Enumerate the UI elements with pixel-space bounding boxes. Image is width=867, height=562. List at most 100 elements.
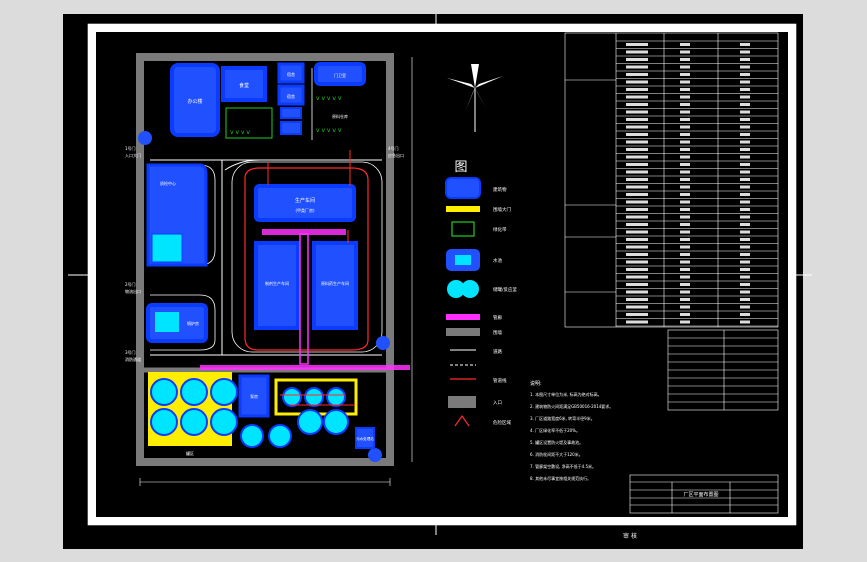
gate-2-label: 物流出口 [125,288,141,294]
table-cell-mark [740,245,750,249]
legend-swatch-entrance [448,396,476,408]
gate-3-code: 3号门 [125,349,136,355]
legend-label-2: 围墙大门 [493,206,511,213]
svg-text:v v v v v: v v v v v [316,95,342,102]
table-cell-mark [626,238,648,241]
note-line-2: 2. 建筑物防火间距满足GB50016-2014要求。 [530,403,613,409]
legend-label-4: 水池 [493,257,502,264]
hydrant-2 [376,336,390,350]
boiler-label: 锅炉房 [187,320,199,326]
dorm-b-label: 宿舍 [287,93,295,99]
legend-label-1: 建筑物 [493,186,507,193]
table-cell-mark [626,58,648,61]
table-cell-mark [680,298,690,301]
main-workshop-sublabel: (甲类厂房) [295,207,315,213]
table-cell-mark [680,125,690,129]
legend-swatch-gate [446,206,480,212]
table-cell-mark [680,178,690,181]
table-cell-mark [626,185,648,189]
table-cell-mark [740,80,750,84]
table-cell-mark [740,43,750,46]
legend-label-8: 道路 [493,348,502,355]
table-cell-mark [626,80,648,84]
table-cell-mark [626,193,648,196]
table-cell-mark [626,133,648,136]
table-cell-mark [680,290,690,294]
table-cell-mark [740,208,750,211]
legend-label-3: 绿化带 [493,226,507,233]
table-cell-mark [626,50,648,54]
notes-heading: 说明: [530,380,542,387]
guard-label: 门卫室 [334,72,346,78]
drawing-name: 厂区平面布置图 [683,491,718,498]
table-cell-mark [740,103,750,106]
gate-1-code: 1号门 [125,145,136,151]
legend-swatch-pipe-rack [446,314,480,320]
table-cell-mark [626,88,648,91]
table-cell-mark [740,268,750,271]
waste-label: 污水处理站 [356,436,374,441]
table-cell-mark [626,95,648,99]
note-line-3: 3. 厂区道路宽度6米, 转弯半径9米。 [530,415,595,421]
table-cell-mark [740,230,750,234]
table-cell-mark [680,215,690,219]
table-cell-mark [680,95,690,99]
table-cell-mark [626,215,648,219]
gate-1-label: 入口大门 [125,152,141,158]
table-cell-mark [680,313,690,316]
table-cell-mark [626,260,648,264]
table-cell-mark [680,43,690,46]
table-cell-mark [680,200,690,204]
gate-2-code: 2号门 [125,281,136,287]
table-cell-mark [740,320,750,324]
table-cell-mark [680,185,690,189]
table-cell-mark [740,260,750,264]
legend-label-6: 管廊 [493,314,502,321]
table-cell-mark [740,118,750,121]
table-cell-mark [680,320,690,324]
table-cell-mark [740,65,750,69]
table-cell-mark [740,50,750,54]
table-cell-mark [626,73,648,76]
table-cell-mark [740,155,750,159]
gate-4-code: 4号门 [388,145,399,151]
table-cell-mark [626,178,648,181]
note-line-6: 6. 消防栓间距不大于120米。 [530,451,583,457]
table-cell-mark [680,65,690,69]
table-cell-mark [740,313,750,316]
table-cell-mark [626,253,648,256]
table-cell-mark [680,268,690,271]
table-cell-mark [626,245,648,249]
dorm-a-label: 宿舍 [287,71,295,77]
table-cell-mark [740,133,750,136]
table-cell-mark [740,125,750,129]
canteen-label: 食堂 [239,82,249,89]
table-cell-mark [626,223,648,226]
warehouse-label: 原料仓库 [332,113,348,119]
table-cell-mark [626,313,648,316]
pipe-rack-south [200,365,410,370]
table-cell-mark [680,133,690,136]
table-cell-mark [626,268,648,271]
note-line-5: 5. 罐区设置防火堤及事故池。 [530,439,583,445]
table-cell-mark [680,110,690,114]
gate-4-label: 应急出口 [388,152,404,158]
table-cell-mark [626,103,648,106]
table-cell-mark [626,125,648,129]
cad-drawing-canvas: 办公楼 食堂 宿舍 宿舍 门卫室 v v v v v v v v v v v v… [0,0,867,562]
table-cell-mark [740,283,750,286]
legend-swatch-wall [446,328,480,336]
table-cell-mark [740,58,750,61]
table-cell-mark [740,275,750,279]
legend-swatch-pool-inner [455,255,471,265]
table-cell-mark [680,155,690,159]
note-line-7: 7. 管廊架空敷设, 净高不低于4.5米。 [530,463,596,469]
table-cell-mark [680,148,690,151]
table-cell-mark [680,50,690,54]
table-cell-mark [680,238,690,241]
table-cell-mark [740,305,750,309]
table-cell-mark [680,58,690,61]
table-cell-mark [740,253,750,256]
table-cell-mark [680,208,690,211]
table-cell-mark [680,223,690,226]
